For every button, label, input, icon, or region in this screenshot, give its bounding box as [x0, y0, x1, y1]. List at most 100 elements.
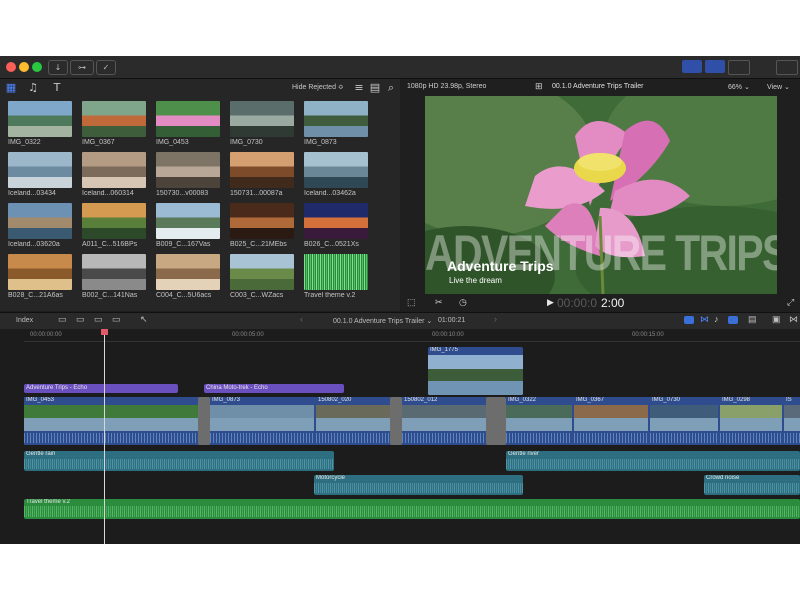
connected-clip-img1775[interactable]: IMG_1775 [428, 347, 523, 395]
browser-clip[interactable]: 150730...v00083 [156, 152, 220, 197]
clip-audio-waveform [316, 433, 390, 443]
browser-clip[interactable]: Iceland...03620a [8, 203, 72, 248]
insert-clip-icon[interactable]: ▭ [76, 314, 85, 325]
transitions-browser-icon[interactable]: ⋈ [789, 314, 798, 325]
overwrite-clip-icon[interactable]: ▭ [112, 314, 121, 325]
fullscreen-icon[interactable]: ⤢ [787, 297, 794, 308]
browser-clip[interactable]: Travel theme v.2 [304, 254, 368, 299]
audio-clip-motorcycle[interactable]: Motorcycle [314, 475, 523, 495]
connected-audio-china-moto-trek[interactable]: China Moto-trek - Echo [204, 384, 344, 393]
hide-rejected-menu[interactable]: Hide Rejected ≎ [292, 83, 344, 91]
clip-label: IMG_0367 [576, 397, 605, 403]
waveform [506, 459, 800, 469]
browser-clip[interactable]: B009_C...167Vas [156, 203, 220, 248]
music-clip-travel-theme[interactable]: Travel theme v.2 [24, 499, 800, 519]
primary-clip[interactable]: IMG_0298 [720, 397, 782, 445]
clip-label: IMG_0322 [508, 397, 537, 403]
clip-audio-waveform [402, 433, 486, 443]
primary-clip[interactable]: IMG_0730 [650, 397, 718, 445]
timeline-toggle-icon[interactable] [705, 60, 725, 73]
clip-appearance-icon[interactable]: ▤ [368, 81, 382, 95]
browser-clip[interactable]: B028_C...21A6as [8, 254, 72, 299]
titles-generators-icon[interactable]: T [50, 81, 64, 95]
view-menu[interactable]: View ⌄ [767, 83, 790, 91]
primary-clip[interactable]: IMG_0322 [506, 397, 572, 445]
list-view-icon[interactable]: ≡ [352, 81, 366, 95]
libraries-toggle-icon[interactable] [682, 60, 702, 73]
browser-clip[interactable]: B002_C...141Nas [82, 254, 146, 299]
browser-clip[interactable]: A011_C...516BPs [82, 203, 146, 248]
zoom-menu[interactable]: 66% ⌄ [728, 83, 750, 91]
index-button[interactable]: Index [16, 317, 33, 324]
timeline-project-title[interactable]: 00.1.0 Adventure Trips Trailer ⌄ [333, 317, 432, 325]
clip-audio-waveform [650, 433, 718, 443]
transform-icon[interactable]: ⬚ [407, 297, 416, 308]
browser-clip[interactable]: IMG_0730 [230, 101, 294, 146]
browser-clip[interactable]: B025_C...21MEbs [230, 203, 294, 248]
connect-clip-icon[interactable]: ▭ [94, 314, 103, 325]
clip-label: Crowd noise [706, 475, 740, 481]
clip-thumbnail [304, 203, 368, 239]
play-icon[interactable]: ▶ [547, 297, 554, 308]
browser-clip[interactable]: C003_C...WZacs [230, 254, 294, 299]
inspector-toggle-icon[interactable] [728, 60, 750, 75]
search-icon[interactable]: ⌕ [384, 81, 398, 95]
zoom-window-button[interactable] [32, 62, 42, 72]
primary-clip[interactable]: IMG_0873 [210, 397, 314, 445]
clip-name: 150730...v00083 [156, 190, 209, 197]
primary-clip[interactable]: IS [784, 397, 800, 445]
browser-clip[interactable]: Iceland...060314 [82, 152, 146, 197]
format-label: 1080p HD 23.98p, Stereo [407, 83, 487, 90]
import-icon[interactable]: ↓ [48, 60, 68, 75]
close-window-button[interactable] [6, 62, 16, 72]
media-library-icon[interactable]: ▦ [4, 81, 18, 95]
clip-label: IMG_0453 [26, 397, 55, 403]
browser-clip[interactable]: 150731...00087a [230, 152, 294, 197]
browser-clip[interactable]: IMG_0873 [304, 101, 368, 146]
minimize-window-button[interactable] [19, 62, 29, 72]
effects-icon[interactable]: ✂ [435, 297, 443, 308]
share-icon[interactable] [776, 60, 798, 75]
solo-icon[interactable]: ⋈ [700, 314, 709, 325]
clip-label: IS [786, 397, 792, 403]
audio-clip-gentle-rain[interactable]: Gentle rain [24, 451, 334, 471]
background-tasks-icon[interactable]: ✓ [96, 60, 116, 75]
keywords-icon[interactable]: ⊶ [70, 60, 94, 75]
browser-clip[interactable]: IMG_0367 [82, 101, 146, 146]
append-clip-icon[interactable]: ▭ [58, 314, 67, 325]
primary-clip[interactable]: IMG_0367 [574, 397, 648, 445]
clip-name: IMG_0873 [304, 139, 337, 146]
connected-audio-adventure-trips[interactable]: Adventure Trips - Echo [24, 384, 178, 393]
browser-clip[interactable]: Iceland...03462a [304, 152, 368, 197]
transition[interactable] [390, 397, 402, 445]
primary-clip[interactable]: 150802_012 [402, 397, 486, 445]
forward-arrow-icon[interactable]: › [494, 314, 497, 324]
overlay-subtitle: Live the dream [449, 276, 502, 285]
speed-icon[interactable]: ◷ [459, 297, 467, 308]
audio-clip-crowd-noise[interactable]: Crowd noise [704, 475, 800, 495]
audio-skimming-icon[interactable] [684, 316, 694, 324]
clip-name: IMG_0367 [82, 139, 115, 146]
primary-clip[interactable]: IMG_0453 [24, 397, 198, 445]
photos-audio-icon[interactable]: ♫ [26, 81, 40, 95]
transition[interactable] [486, 397, 506, 445]
browser-clip[interactable]: Iceland...03434 [8, 152, 72, 197]
playhead[interactable] [104, 329, 105, 544]
clip-name: IMG_0730 [230, 139, 263, 146]
primary-clip[interactable]: 150802_020 [316, 397, 390, 445]
browser-clip[interactable]: IMG_0322 [8, 101, 72, 146]
back-arrow-icon[interactable]: ‹ [300, 314, 303, 324]
snapping-icon[interactable] [728, 316, 738, 324]
browser-clip[interactable]: IMG_0453 [156, 101, 220, 146]
effects-browser-icon[interactable]: ▣ [772, 314, 781, 325]
clip-label: 150802_012 [404, 397, 438, 403]
headphones-icon[interactable]: ♪ [714, 314, 719, 324]
transition[interactable] [198, 397, 210, 445]
select-tool-icon[interactable]: ↖ [140, 314, 148, 325]
audio-clip-gentle-river[interactable]: Gentle river [506, 451, 800, 471]
clip-appearance-timeline-icon[interactable]: ▤ [748, 314, 757, 325]
playhead-handle[interactable] [101, 329, 108, 335]
waveform [314, 483, 523, 493]
browser-clip[interactable]: B026_C...0521Xs [304, 203, 368, 248]
browser-clip[interactable]: C004_C...5U6acs [156, 254, 220, 299]
